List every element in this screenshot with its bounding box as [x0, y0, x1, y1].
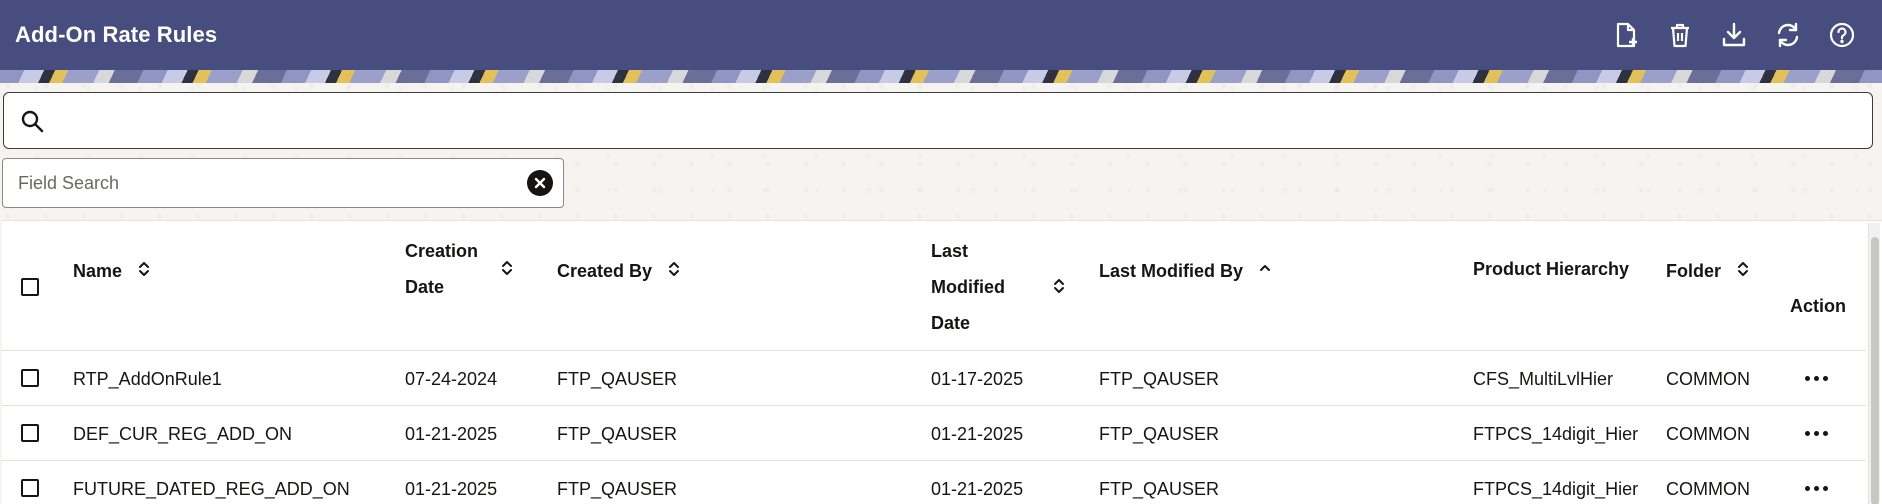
title-bar: Add-On Rate Rules: [0, 0, 1882, 70]
column-header-folder[interactable]: Folder: [1666, 253, 1750, 290]
cell-folder: COMMON: [1666, 424, 1750, 444]
column-header-last-modified-by[interactable]: Last Modified By: [1099, 253, 1272, 290]
page-title: Add-On Rate Rules: [15, 22, 218, 47]
column-header-created-by[interactable]: Created By: [557, 253, 681, 290]
sort-icon[interactable]: [500, 259, 514, 282]
cell-folder: COMMON: [1666, 369, 1750, 389]
sort-icon[interactable]: [1052, 277, 1066, 300]
column-header-action: Action: [1790, 296, 1846, 316]
row-checkbox[interactable]: [21, 479, 39, 497]
column-header-last-modified-date[interactable]: Last Modified Date: [931, 233, 1005, 341]
cell-last-modified-by: FTP_QAUSER: [1099, 424, 1220, 444]
row-checkbox[interactable]: [21, 424, 39, 442]
toolbar: [1608, 17, 1860, 53]
column-header-creation-date[interactable]: Creation Date: [405, 233, 478, 305]
more-actions-icon[interactable]: [1805, 486, 1828, 491]
rules-table: Name Creation Date Created By Last Modif…: [2, 220, 1882, 504]
add-icon[interactable]: [1608, 17, 1644, 53]
cell-last-modified-by: FTP_QAUSER: [1099, 479, 1220, 499]
refresh-icon[interactable]: [1770, 17, 1806, 53]
cell-name: RTP_AddOnRule1: [73, 369, 222, 389]
select-all-checkbox[interactable]: [21, 278, 39, 296]
cell-name: FUTURE_DATED_REG_ADD_ON: [73, 479, 350, 499]
clear-icon[interactable]: [527, 170, 553, 196]
column-header-name[interactable]: Name: [73, 253, 151, 290]
cell-created-by: FTP_QAUSER: [557, 369, 678, 389]
sort-ascending-icon[interactable]: [1258, 254, 1272, 290]
sort-icon[interactable]: [137, 254, 151, 290]
field-search[interactable]: [2, 158, 564, 208]
delete-icon[interactable]: [1662, 17, 1698, 53]
cell-last-modified-date: 01-21-2025: [931, 479, 1024, 499]
help-icon[interactable]: [1824, 17, 1860, 53]
cell-created-by: FTP_QAUSER: [557, 424, 678, 444]
sort-icon[interactable]: [1736, 254, 1750, 290]
search-input[interactable]: [44, 93, 1872, 148]
scrollbar-thumb[interactable]: [1871, 237, 1879, 504]
cell-last-modified-by: FTP_QAUSER: [1099, 369, 1220, 389]
cell-creation-date: 01-21-2025: [405, 479, 498, 499]
cell-product-hierarchy: FTPCS_14digit_Hier: [1473, 479, 1639, 499]
cell-product-hierarchy: FTPCS_14digit_Hier: [1473, 424, 1639, 444]
vertical-scrollbar[interactable]: [1868, 223, 1880, 504]
more-actions-icon[interactable]: [1805, 376, 1828, 381]
cell-name: DEF_CUR_REG_ADD_ON: [73, 424, 293, 444]
header-divider: [2, 350, 1866, 351]
row-divider: [2, 405, 1866, 406]
cell-product-hierarchy: CFS_MultiLvlHier: [1473, 369, 1614, 389]
field-search-input[interactable]: [18, 159, 527, 207]
search-bar[interactable]: [3, 92, 1873, 149]
cell-creation-date: 07-24-2024: [405, 369, 498, 389]
row-checkbox[interactable]: [21, 369, 39, 387]
more-actions-icon[interactable]: [1805, 431, 1828, 436]
cell-last-modified-date: 01-17-2025: [931, 369, 1024, 389]
sort-icon[interactable]: [667, 254, 681, 290]
cell-creation-date: 01-21-2025: [405, 424, 498, 444]
cell-folder: COMMON: [1666, 479, 1750, 499]
cell-last-modified-date: 01-21-2025: [931, 424, 1024, 444]
cell-created-by: FTP_QAUSER: [557, 479, 678, 499]
download-icon[interactable]: [1716, 17, 1752, 53]
page: Add-On Rate Rules Field Search Name Crea…: [0, 0, 1882, 504]
decorative-banner: [0, 70, 1882, 83]
row-divider: [2, 460, 1866, 461]
column-header-product-hierarchy[interactable]: Product Hierarchy: [1473, 251, 1629, 287]
search-icon: [20, 109, 44, 133]
